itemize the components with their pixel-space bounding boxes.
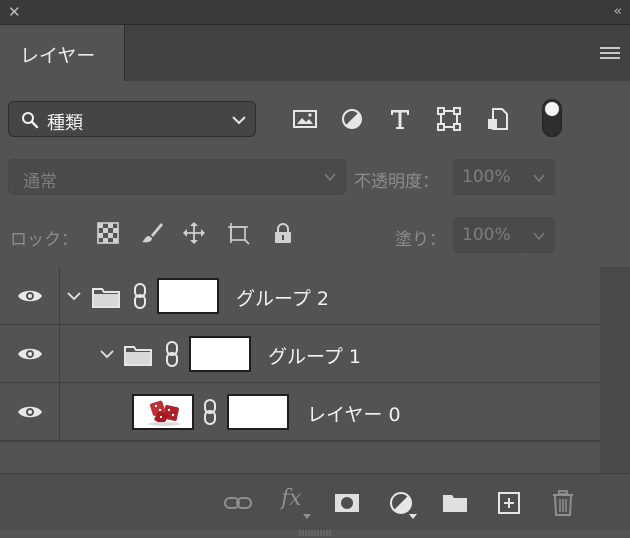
close-icon[interactable]: ✕ [8, 4, 24, 20]
smart-object-filter-icon[interactable] [484, 105, 512, 133]
fx-dropdown-arrow-icon [303, 514, 311, 519]
fill-value: 100% [462, 225, 511, 245]
layer-list-scrollbar[interactable] [600, 267, 630, 473]
filter-toggle-switch[interactable] [542, 99, 562, 137]
layer-name[interactable]: レイヤー 0 [307, 400, 401, 427]
tab-layers[interactable]: レイヤー [0, 25, 125, 82]
layer-mask-thumbnail[interactable] [227, 394, 289, 430]
eye-icon [18, 290, 42, 302]
layer-image-thumbnail[interactable] [132, 394, 194, 430]
fill-label: 塗り： [395, 230, 446, 250]
chevron-down-icon[interactable] [99, 346, 115, 362]
tab-label: レイヤー [20, 45, 96, 67]
folder-icon [124, 346, 152, 366]
visibility-toggle[interactable] [0, 383, 60, 441]
layer-mask-thumbnail[interactable] [189, 336, 251, 372]
filter-type-select[interactable]: 種類 [8, 101, 256, 137]
eye-icon [18, 406, 42, 418]
layer-row[interactable]: レイヤー 0 [0, 383, 600, 441]
layers-panel: 種類 通常 不透明度： 100% ロック： 塗り： 100% グループ 2 グル… [0, 81, 630, 538]
adjustment-dropdown-arrow-icon [409, 514, 417, 519]
lock-image-pixels-brush-icon[interactable] [140, 221, 164, 245]
resize-grip-icon[interactable] [298, 530, 332, 536]
lock-all-padlock-icon[interactable] [271, 221, 295, 245]
layer-name[interactable]: グループ 2 [236, 284, 329, 311]
layers-footer-toolbar: fx [0, 473, 630, 530]
chevron-down-icon [232, 116, 246, 125]
opacity-value: 100% [462, 167, 511, 187]
panel-tab-row: レイヤー [0, 24, 630, 82]
layer-style-fx-button[interactable]: fx [281, 486, 302, 511]
lock-transparent-pixels-icon[interactable] [96, 221, 120, 245]
blend-mode-select[interactable]: 通常 [8, 159, 346, 195]
link-layers-icon[interactable] [223, 488, 253, 518]
panel-menu-icon[interactable] [600, 47, 620, 61]
opacity-dropdown-button[interactable] [525, 159, 555, 195]
new-group-folder-icon[interactable] [440, 488, 470, 518]
link-chain-icon[interactable] [165, 341, 179, 367]
lock-artboard-icon[interactable] [226, 221, 250, 245]
shape-layer-filter-icon[interactable] [435, 105, 463, 133]
fill-dropdown-button[interactable] [525, 217, 555, 253]
layer-row[interactable]: グループ 2 [0, 267, 600, 325]
type-layer-filter-icon[interactable] [386, 105, 414, 133]
layer-mask-thumbnail[interactable] [157, 278, 219, 314]
pixel-layer-filter-icon[interactable] [291, 105, 319, 133]
blend-mode-value: 通常 [23, 172, 57, 192]
opacity-label: 不透明度： [354, 172, 439, 192]
search-icon [22, 112, 39, 129]
visibility-toggle[interactable] [0, 325, 60, 383]
fill-input[interactable]: 100% [453, 217, 525, 253]
eye-icon [18, 348, 42, 360]
delete-layer-trash-icon[interactable] [548, 488, 578, 518]
chevron-down-icon [324, 173, 336, 182]
chevron-down-icon [533, 232, 545, 241]
folder-icon [92, 288, 120, 308]
new-layer-icon[interactable] [494, 488, 524, 518]
add-layer-mask-icon[interactable] [332, 488, 362, 518]
layer-row[interactable]: グループ 1 [0, 325, 600, 383]
lock-position-move-icon[interactable] [182, 221, 206, 245]
layer-name[interactable]: グループ 1 [268, 342, 361, 369]
panel-top-bar: ✕ ‹‹ [0, 0, 630, 24]
link-chain-icon[interactable] [203, 399, 217, 425]
adjustment-layer-filter-icon[interactable] [338, 105, 366, 133]
link-chain-icon[interactable] [133, 283, 147, 309]
layer-list: グループ 2 グループ 1 レイヤー 0 [0, 267, 600, 443]
opacity-input[interactable]: 100% [453, 159, 525, 195]
visibility-toggle[interactable] [0, 267, 60, 325]
dice-image-icon [148, 400, 180, 426]
chevron-down-icon [533, 174, 545, 183]
chevron-down-icon[interactable] [66, 288, 82, 304]
filter-type-label: 種類 [47, 113, 83, 134]
collapse-panel-icon[interactable]: ‹‹ [614, 4, 623, 20]
lock-label: ロック： [10, 230, 78, 250]
